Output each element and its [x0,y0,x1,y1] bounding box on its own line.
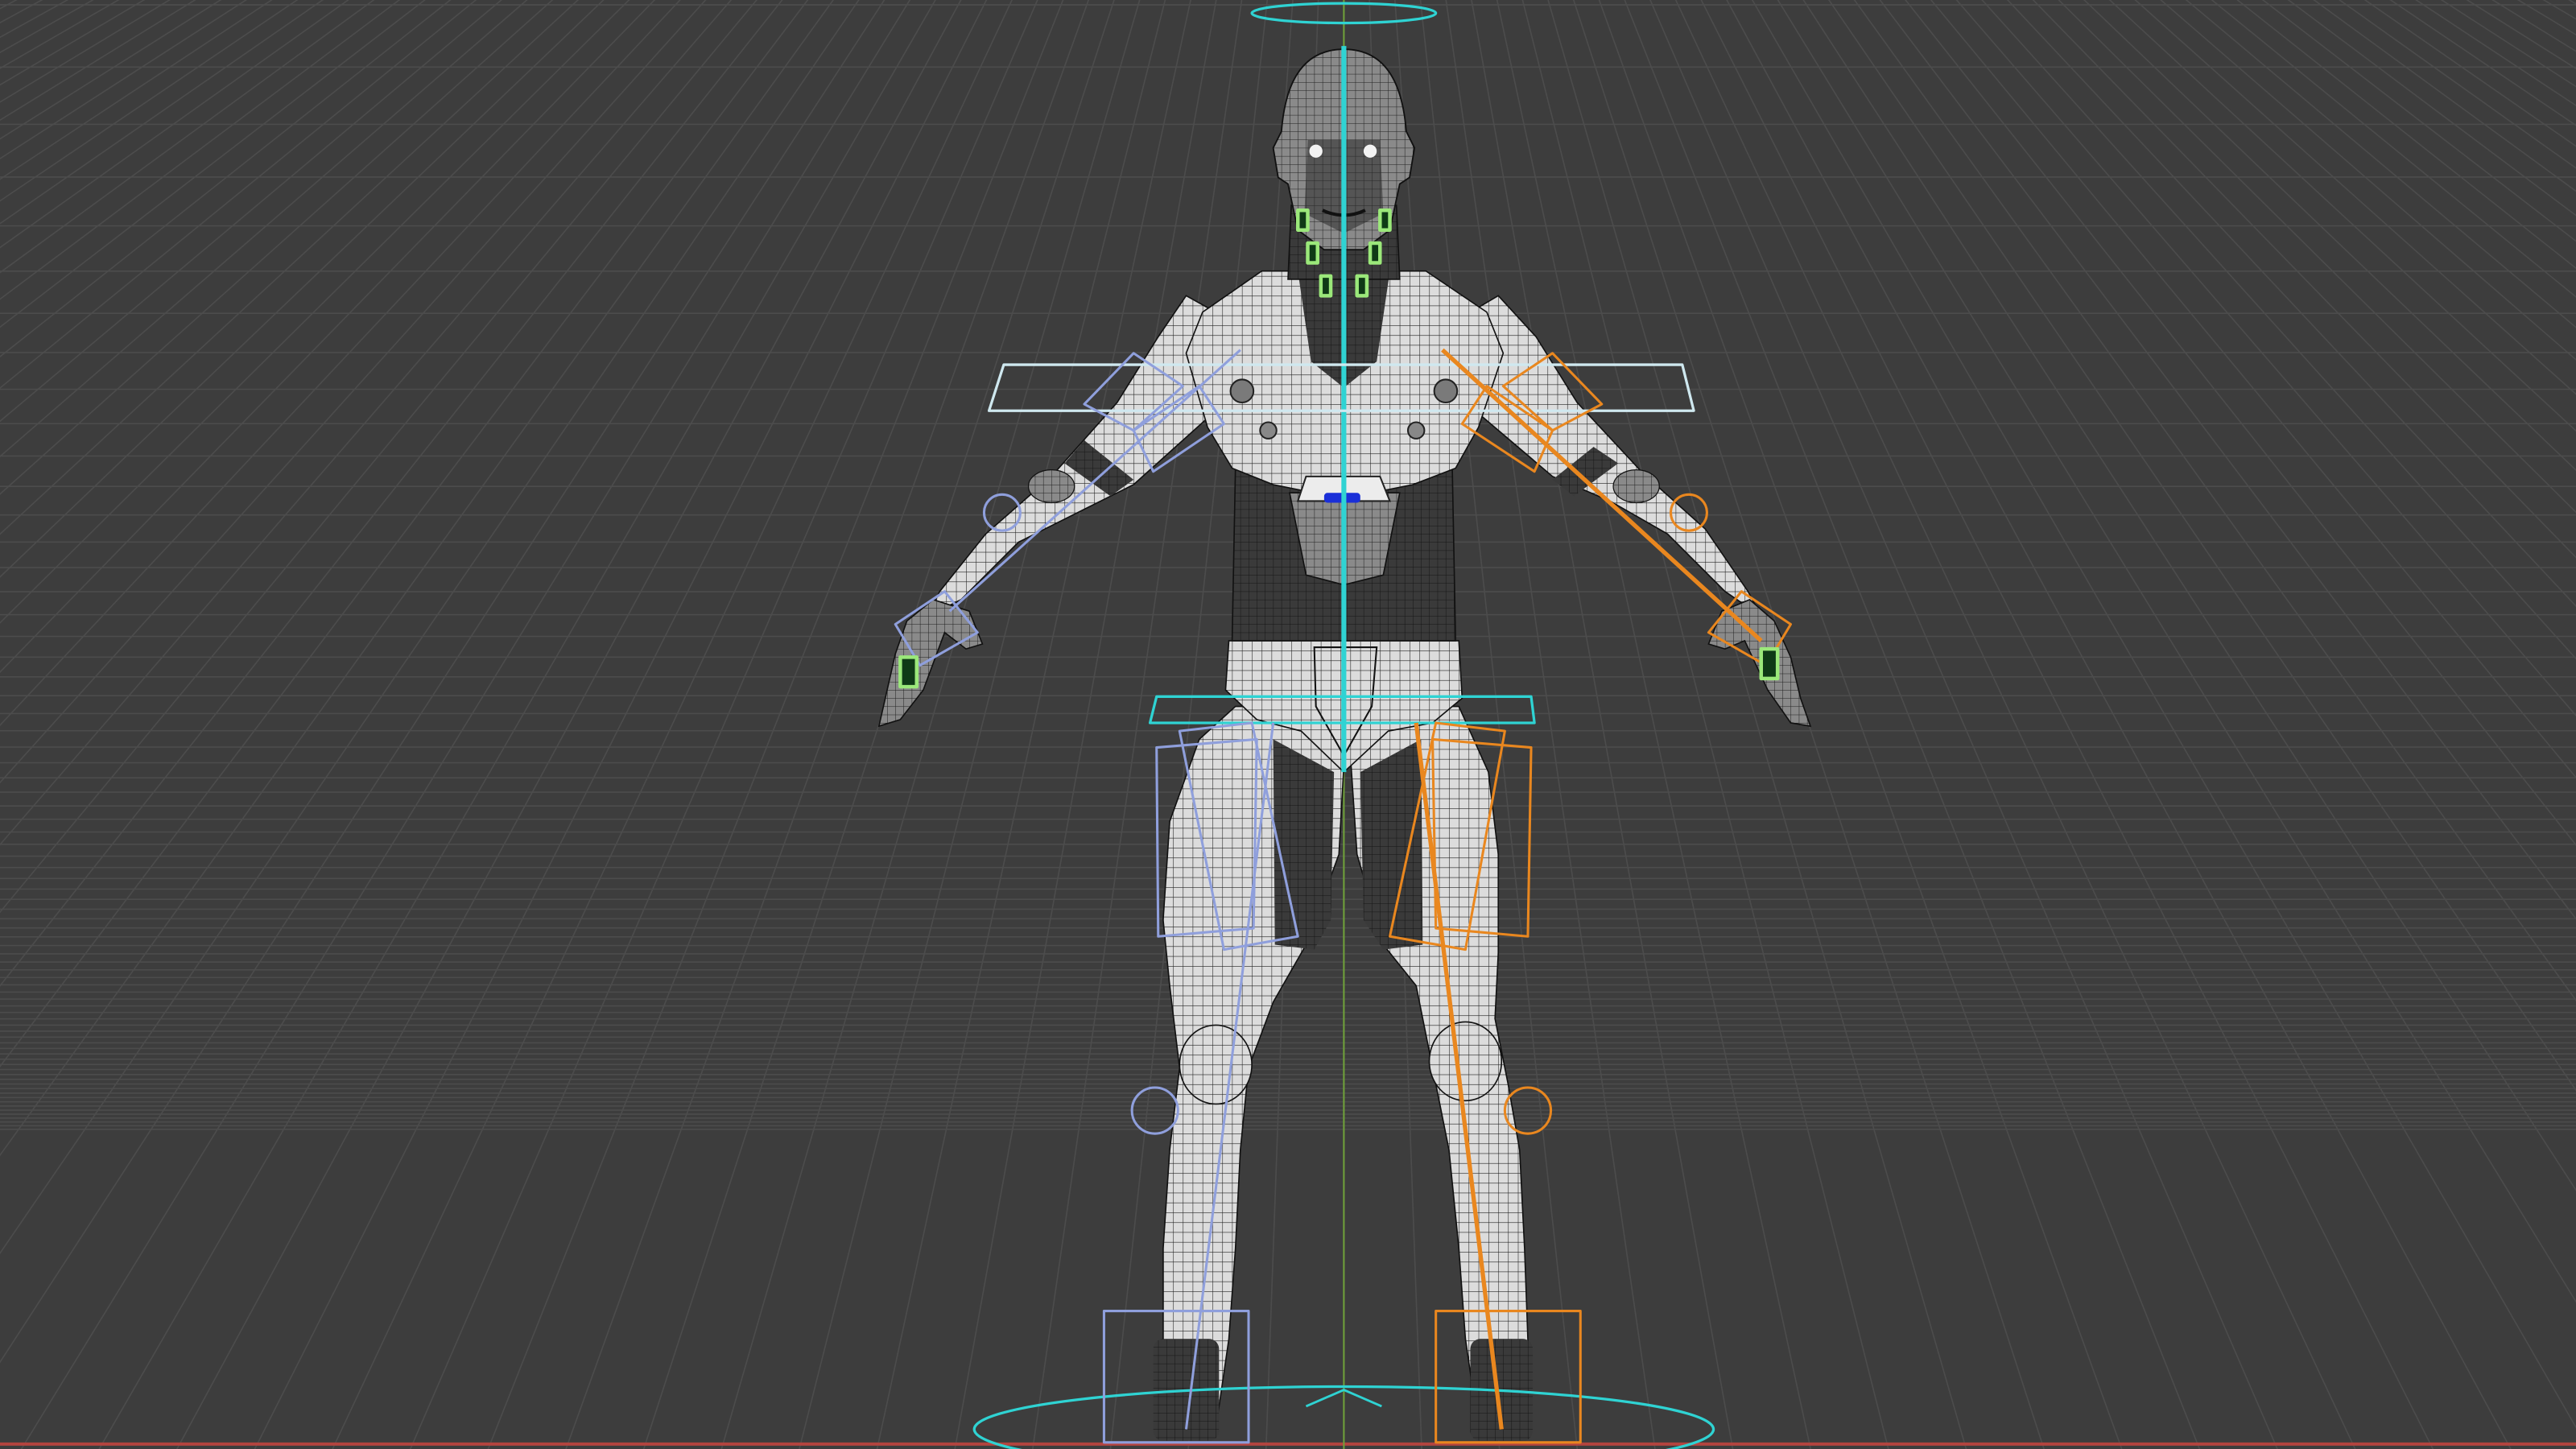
left-finger-controls[interactable] [898,655,919,689]
face-control-3[interactable] [1306,241,1319,265]
face-control-5[interactable] [1319,274,1333,298]
face-control-2[interactable] [1378,208,1392,232]
right-elbow-joint [1612,469,1660,504]
left-thigh-dark-panel [1273,739,1335,950]
face-control-1[interactable] [1296,208,1310,232]
right-finger-controls[interactable] [1759,646,1780,681]
viewport-scene[interactable] [0,0,2576,1449]
right-thigh-dark-panel [1360,739,1423,950]
face-control-6[interactable] [1355,274,1369,298]
3d-viewport[interactable] [0,0,2576,1449]
right-eye [1363,144,1377,158]
left-eye [1309,144,1323,158]
right-knee-joint [1428,1021,1503,1102]
left-elbow-joint [1027,469,1075,504]
right-lower-chest-node [1406,421,1426,440]
face-control-4[interactable] [1368,241,1382,265]
left-chest-node [1229,378,1255,404]
right-chest-node [1433,378,1459,404]
right-arm-bone[interactable] [1441,348,1763,642]
left-lower-chest-node [1259,421,1278,440]
left-knee-joint [1179,1024,1253,1105]
